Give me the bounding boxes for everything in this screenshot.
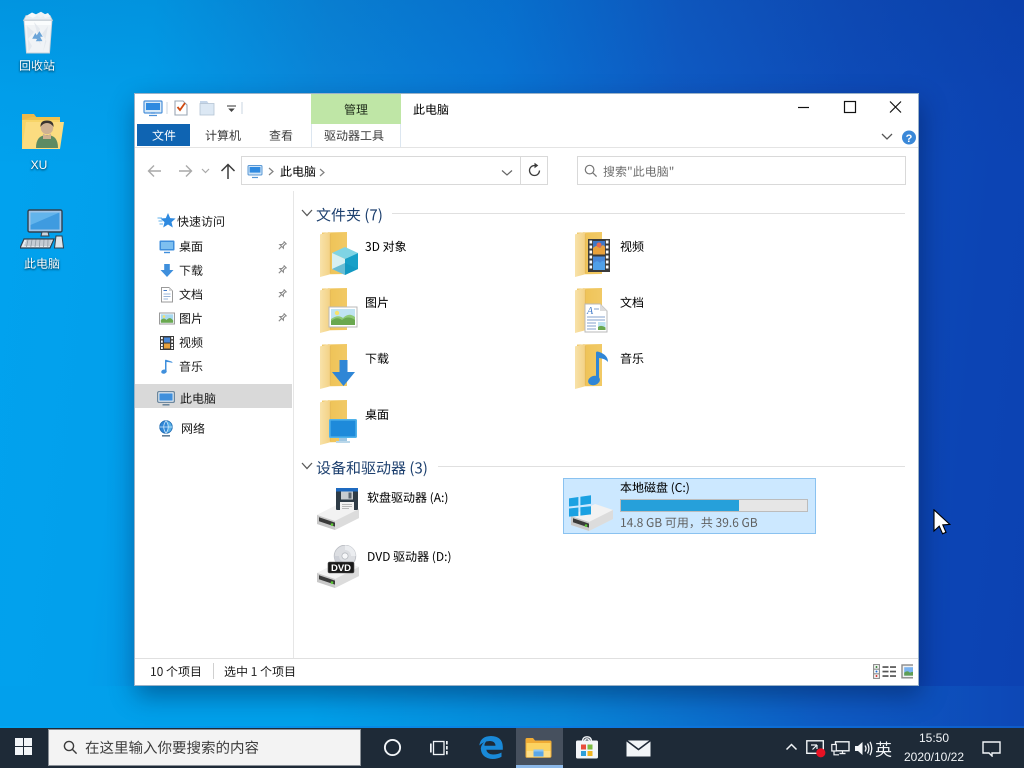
svg-text:DVD: DVD	[331, 563, 351, 574]
svg-text:?: ?	[906, 133, 913, 145]
svg-text:A: A	[586, 306, 594, 317]
